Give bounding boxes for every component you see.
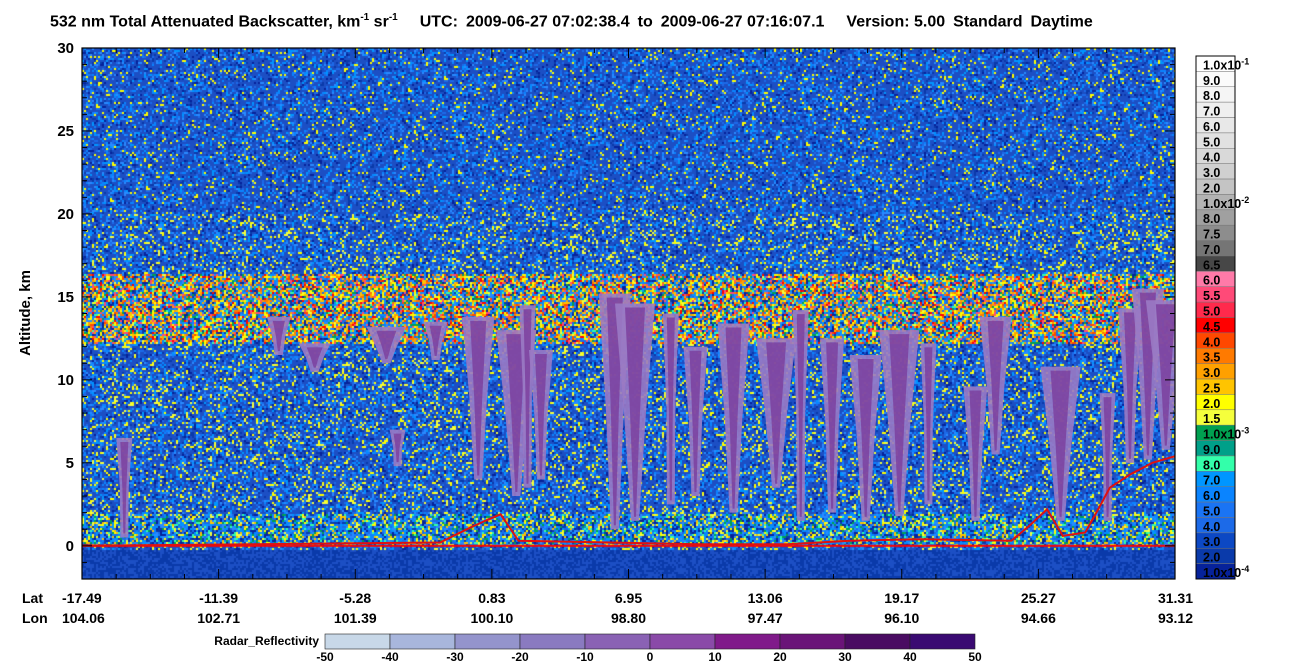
radar-swatch xyxy=(909,633,976,650)
lon-tick-label: 93.12 xyxy=(1158,610,1193,626)
radar-swatch xyxy=(649,633,716,650)
colorbar-label: 5.0 xyxy=(1203,504,1220,518)
radar-tick-label: -50 xyxy=(316,650,334,664)
lat-tick-label: 13.06 xyxy=(748,590,783,606)
lon-row-label: Lon xyxy=(22,610,48,626)
colorbar-label: 1.0x10-3 xyxy=(1203,426,1249,442)
colorbar-label: 5.0 xyxy=(1203,135,1220,149)
colorbar-label: 7.0 xyxy=(1203,105,1220,119)
lon-tick-label: 101.39 xyxy=(334,610,377,626)
colorbar-label: 1.0x10-1 xyxy=(1203,56,1249,72)
colorbar-label: 7.0 xyxy=(1203,243,1220,257)
colorbar-label: 9.0 xyxy=(1203,74,1220,88)
colorbar-label: 3.5 xyxy=(1203,351,1220,365)
lat-tick-label: 0.83 xyxy=(478,590,505,606)
radar-tick-label: -40 xyxy=(381,650,399,664)
radar-tick-label: 40 xyxy=(903,650,917,664)
colorbar-label: 6.0 xyxy=(1203,489,1220,503)
radar-swatch xyxy=(519,633,586,650)
colorbar-label: 2.5 xyxy=(1203,381,1220,395)
lon-tick-label: 100.10 xyxy=(470,610,513,626)
lat-tick-label: 19.17 xyxy=(884,590,919,606)
colorbar-label: 3.0 xyxy=(1203,166,1220,180)
radar-tick-label: 50 xyxy=(968,650,982,664)
colorbar-label: 6.0 xyxy=(1203,120,1220,134)
radar-reflectivity-legend: Radar_Reflectivity -50 -40 -30 -20 -10 0 10 20 30… xyxy=(214,633,982,664)
colorbar-label: 7.0 xyxy=(1203,474,1220,488)
lat-tick-label: 25.27 xyxy=(1021,590,1056,606)
radar-tick-label: 0 xyxy=(647,650,654,664)
radar-swatch xyxy=(584,633,651,650)
radar-legend-label: Radar_Reflectivity xyxy=(214,634,319,648)
y-tick-label: 20 xyxy=(57,206,74,223)
y-tick-label: 30 xyxy=(57,40,74,57)
radar-swatch xyxy=(844,633,911,650)
colorbar-label: 4.0 xyxy=(1203,151,1220,165)
colorbar-label: 5.5 xyxy=(1203,289,1220,303)
colorbar-label: 3.0 xyxy=(1203,535,1220,549)
colorbar-label: 4.5 xyxy=(1203,320,1220,334)
colorbar-label: 1.0x10-4 xyxy=(1203,564,1249,580)
lon-tick-label: 97.47 xyxy=(748,610,783,626)
colorbar-label: 1.0x10-2 xyxy=(1203,195,1249,211)
y-tick-label: 15 xyxy=(57,289,74,306)
lon-tick-label: 102.71 xyxy=(197,610,240,626)
colorbar-label: 9.0 xyxy=(1203,443,1220,457)
colorbar-label: 3.0 xyxy=(1203,366,1220,380)
radar-swatch xyxy=(324,633,391,650)
lon-tick-label: 104.06 xyxy=(62,610,105,626)
y-axis-label: Altitude, km xyxy=(17,270,34,356)
lon-tick-label: 96.10 xyxy=(884,610,919,626)
colorbar-label: 6.5 xyxy=(1203,258,1220,272)
plot-area xyxy=(82,48,1175,579)
lat-tick-label: -17.49 xyxy=(62,590,102,606)
radar-tick-label: -10 xyxy=(576,650,594,664)
colorbar-label: 2.0 xyxy=(1203,181,1220,195)
lat-row-label: Lat xyxy=(22,590,43,606)
radar-tick-label: -20 xyxy=(511,650,529,664)
colorbar-label: 6.0 xyxy=(1203,274,1220,288)
colorbar-label: 8.0 xyxy=(1203,212,1220,226)
y-tick-label: 10 xyxy=(57,372,74,389)
radar-swatch xyxy=(714,633,781,650)
radar-tick-label: 10 xyxy=(708,650,722,664)
colorbar-label: 8.0 xyxy=(1203,89,1220,103)
colorbar-label: 5.0 xyxy=(1203,305,1220,319)
colorbar-label: 8.0 xyxy=(1203,458,1220,472)
radar-swatch xyxy=(454,633,521,650)
backscatter-colorbar: 1.0x10-19.08.07.06.05.04.03.02.01.0x10-2… xyxy=(1195,55,1249,580)
lat-tick-label: 31.31 xyxy=(1158,590,1193,606)
radar-tick-label: 20 xyxy=(773,650,787,664)
lat-tick-label: -5.28 xyxy=(339,590,371,606)
radar-tick-label: 30 xyxy=(838,650,852,664)
colorbar-label: 2.0 xyxy=(1203,551,1220,565)
colorbar-label: 1.5 xyxy=(1203,412,1220,426)
colorbar-label: 4.0 xyxy=(1203,520,1220,534)
lat-tick-label: 6.95 xyxy=(615,590,642,606)
radar-swatch xyxy=(389,633,456,650)
lon-tick-label: 94.66 xyxy=(1021,610,1056,626)
y-tick-label: 25 xyxy=(57,123,74,140)
colorbar-label: 2.0 xyxy=(1203,397,1220,411)
radar-tick-label: -30 xyxy=(446,650,464,664)
backscatter-chart: 051015202530 LatLon-17.49104.06-11.39102… xyxy=(17,40,1249,664)
colorbar-label: 4.0 xyxy=(1203,335,1220,349)
y-tick-label: 0 xyxy=(66,538,74,555)
colorbar-label: 7.5 xyxy=(1203,228,1220,242)
y-tick-label: 5 xyxy=(66,455,74,472)
lat-tick-label: -11.39 xyxy=(199,590,238,606)
lon-tick-label: 98.80 xyxy=(611,610,646,626)
radar-swatch xyxy=(779,633,846,650)
